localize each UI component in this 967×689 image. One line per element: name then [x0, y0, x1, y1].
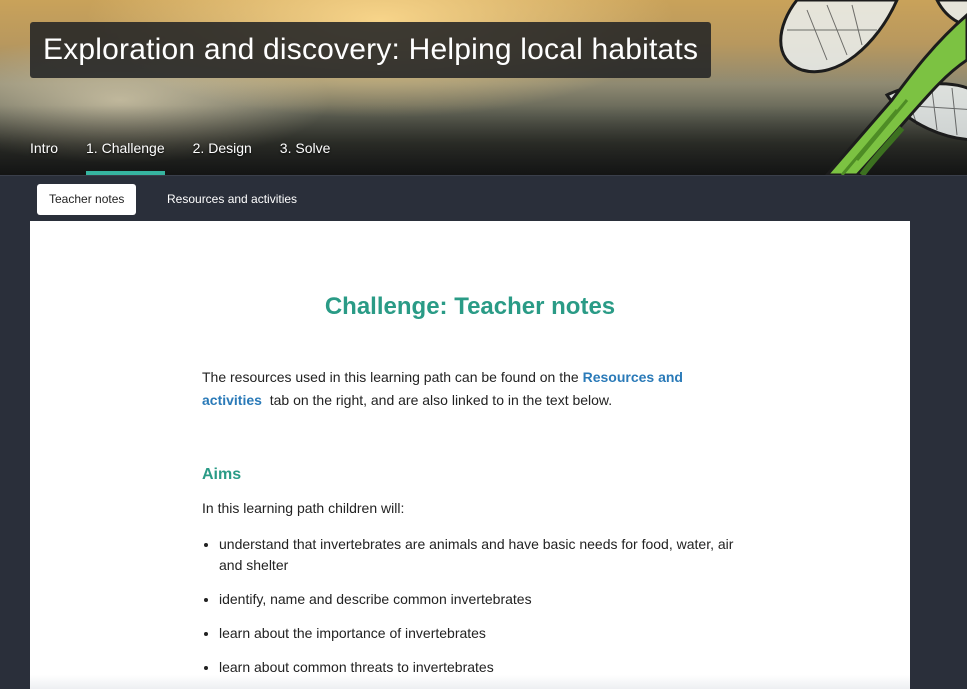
intro-text-after: tab on the right, and are also linked to… [265, 392, 613, 408]
tab-intro[interactable]: Intro [30, 140, 58, 175]
aims-intro: In this learning path children will: [202, 500, 405, 516]
dragonfly-icon [779, 0, 967, 175]
tab-resources-and-activities[interactable]: Resources and activities [167, 184, 297, 215]
aims-heading: Aims [202, 466, 242, 483]
intro-paragraph: The resources used in this learning path… [202, 366, 722, 412]
tab-challenge[interactable]: 1. Challenge [86, 140, 165, 175]
tab-teacher-notes[interactable]: Teacher notes [37, 184, 137, 215]
tab-design[interactable]: 2. Design [193, 140, 252, 175]
sub-tab-bar: Teacher notes Resources and activities [0, 175, 967, 222]
main-tab-bar: Intro 1. Challenge 2. Design 3. Solve [30, 140, 358, 175]
list-item: understand that invertebrates are animal… [219, 534, 759, 576]
aims-list: understand that invertebrates are animal… [202, 534, 759, 689]
page-title-box: Exploration and discovery: Helping local… [30, 22, 712, 78]
page-title: Exploration and discovery: Helping local… [43, 33, 699, 66]
intro-text-before: The resources used in this learning path… [202, 369, 583, 385]
content-panel: Challenge: Teacher notes The resources u… [30, 221, 910, 689]
hero-banner: Exploration and discovery: Helping local… [0, 0, 967, 175]
content-heading: Challenge: Teacher notes [324, 293, 616, 320]
tab-solve[interactable]: 3. Solve [280, 140, 331, 175]
list-item: identify, name and describe common inver… [219, 589, 759, 610]
scroll-fade [30, 675, 910, 689]
list-item: learn about the importance of invertebra… [219, 623, 759, 644]
